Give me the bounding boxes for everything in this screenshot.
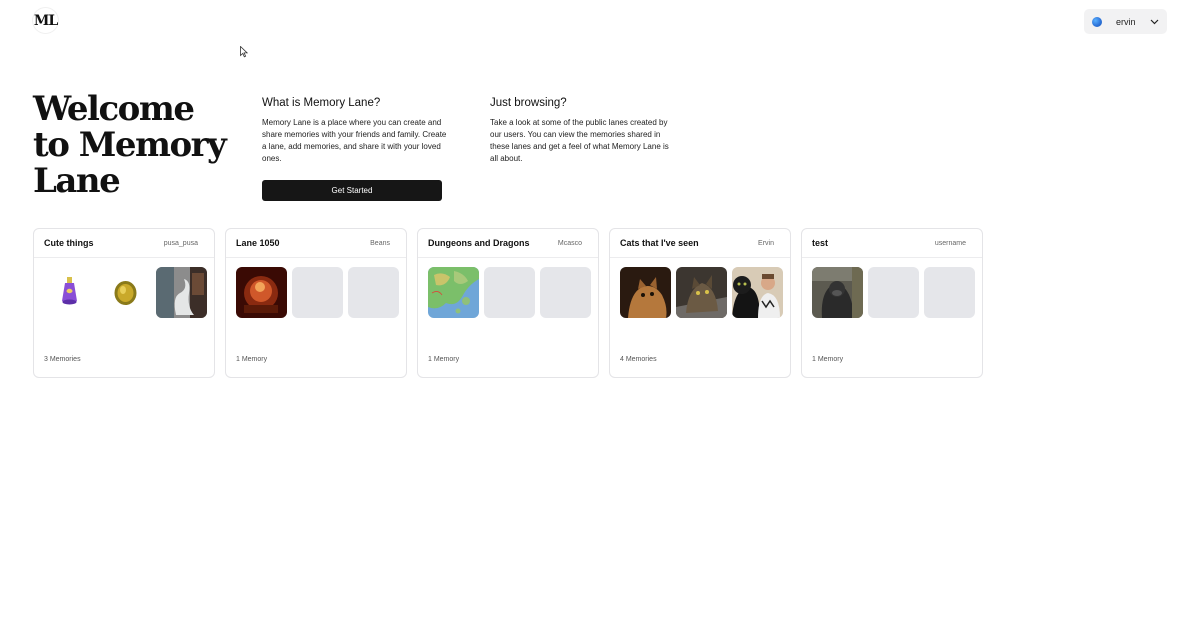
memory-count: 1 Memory <box>236 356 268 363</box>
memory-count: 1 Memory <box>812 356 844 363</box>
memory-thumbnail[interactable] <box>428 267 479 318</box>
lane-title: test <box>812 238 829 248</box>
lane-list: Cute things pusa_pusa 3 Memories Lane 10… <box>33 228 983 378</box>
lane-card[interactable]: Dungeons and Dragons Mcasco 1 Memory <box>417 228 599 378</box>
mouse-pointer-icon <box>240 46 248 58</box>
lane-owner: Beans <box>370 239 390 247</box>
lane-header: Cats that I've seen Ervin <box>610 229 790 258</box>
memory-thumbnail[interactable] <box>156 267 207 318</box>
about-heading: What is Memory Lane? <box>262 97 381 109</box>
memory-thumbnails <box>812 258 982 318</box>
memory-thumbnails <box>236 258 406 318</box>
lane-header: test username <box>802 229 982 258</box>
page-title: Welcome to Memory Lane <box>33 89 227 201</box>
get-started-button[interactable]: Get Started <box>262 180 442 201</box>
memory-placeholder <box>484 267 535 318</box>
memory-thumbnail[interactable] <box>620 267 671 318</box>
browse-section: Just browsing? Take a look at some of th… <box>490 97 675 165</box>
memory-thumbnail[interactable] <box>236 267 287 318</box>
lane-title: Cats that I've seen <box>620 238 699 248</box>
user-menu-button[interactable]: ervin <box>1084 9 1167 34</box>
memory-placeholder <box>540 267 591 318</box>
lane-owner: Mcasco <box>557 239 582 247</box>
memory-thumbnail[interactable] <box>44 267 95 318</box>
browse-heading: Just browsing? <box>490 97 567 109</box>
lane-owner: Ervin <box>758 239 774 247</box>
memory-thumbnails <box>620 258 790 318</box>
lane-card[interactable]: Cute things pusa_pusa 3 Memories <box>33 228 215 378</box>
memory-placeholder <box>924 267 975 318</box>
memory-count: 4 Memories <box>620 356 657 363</box>
globe-avatar-icon <box>1092 16 1102 27</box>
lane-card[interactable]: test username 1 Memory <box>801 228 983 378</box>
lane-owner: pusa_pusa <box>163 239 198 247</box>
lane-title: Lane 1050 <box>236 238 280 248</box>
lane-header: Dungeons and Dragons Mcasco <box>418 229 598 258</box>
memory-thumbnails <box>428 258 598 318</box>
memory-count: 3 Memories <box>44 356 81 363</box>
memory-thumbnail[interactable] <box>732 267 783 318</box>
memory-thumbnail[interactable] <box>100 267 151 318</box>
memory-count: 1 Memory <box>428 356 460 363</box>
lane-header: Cute things pusa_pusa <box>34 229 214 258</box>
lane-card[interactable]: Lane 1050 Beans 1 Memory <box>225 228 407 378</box>
lane-header: Lane 1050 Beans <box>226 229 406 258</box>
about-section: What is Memory Lane? Memory Lane is a pl… <box>262 97 447 165</box>
app-logo[interactable]: ML <box>33 8 58 33</box>
lane-title: Dungeons and Dragons <box>428 238 530 248</box>
memory-placeholder <box>292 267 343 318</box>
lane-card[interactable]: Cats that I've seen Ervin 4 Memories <box>609 228 791 378</box>
user-name: ervin <box>1116 16 1136 27</box>
memory-thumbnail[interactable] <box>676 267 727 318</box>
memory-thumbnail[interactable] <box>812 267 863 318</box>
browse-text: Take a look at some of the public lanes … <box>490 118 669 163</box>
memory-placeholder <box>348 267 399 318</box>
chevron-down-icon <box>1149 17 1159 27</box>
lane-title: Cute things <box>44 238 94 248</box>
about-text: Memory Lane is a place where you can cre… <box>262 118 447 163</box>
memory-placeholder <box>868 267 919 318</box>
lane-owner: username <box>934 239 966 247</box>
memory-thumbnails <box>44 258 214 318</box>
